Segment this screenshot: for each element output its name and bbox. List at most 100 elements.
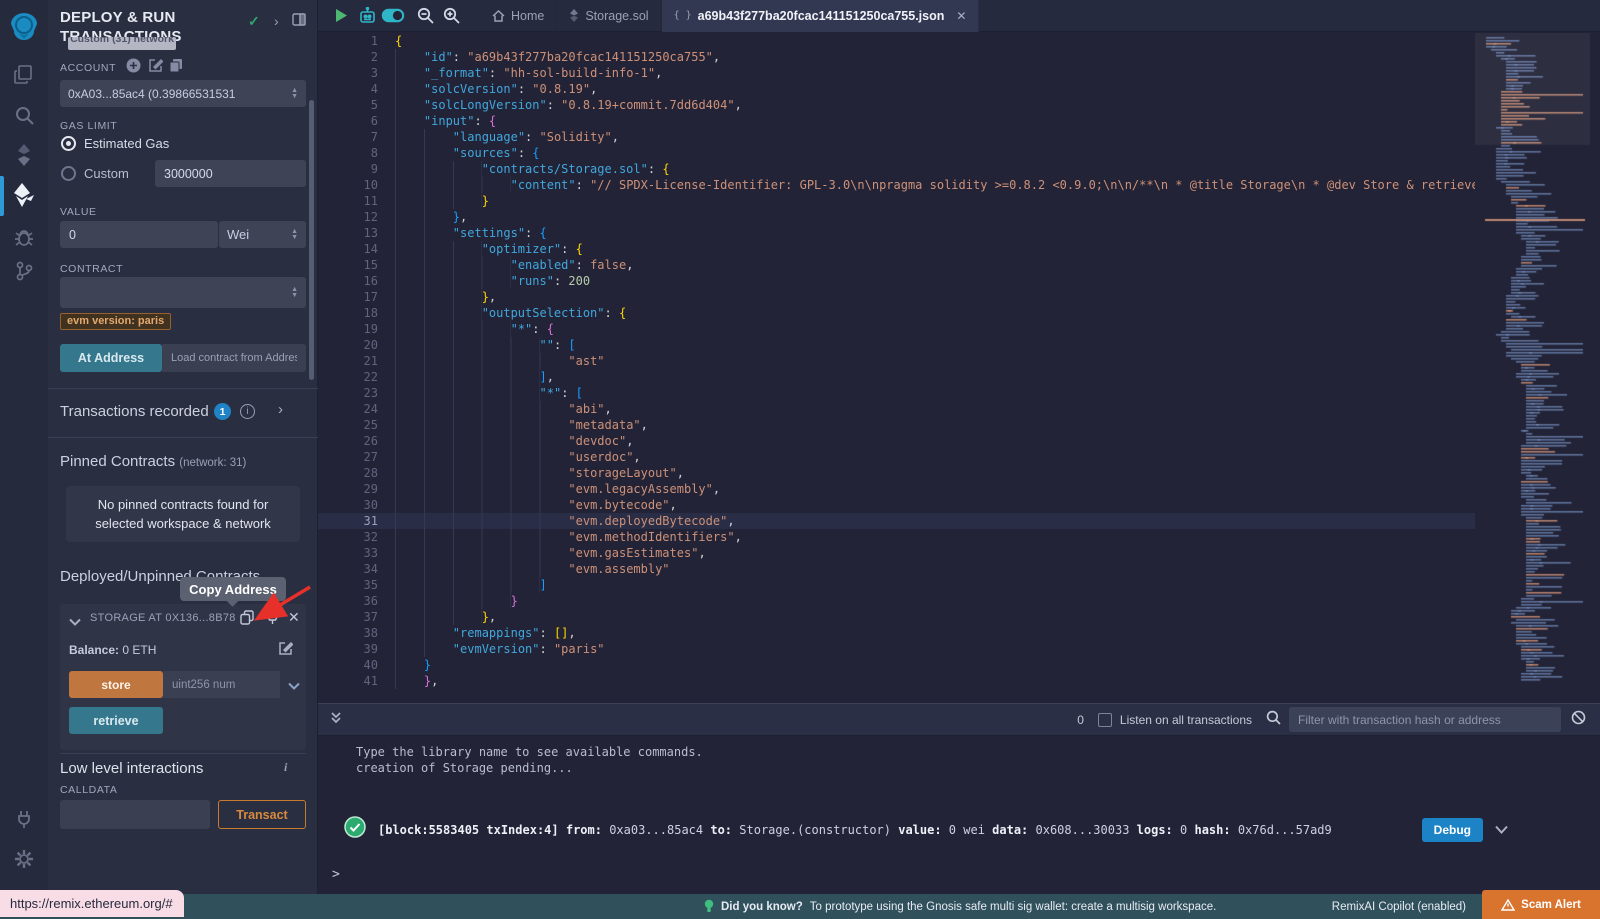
listen-all-transactions-checkbox[interactable] — [1098, 713, 1112, 727]
terminal-search-icon[interactable] — [1266, 710, 1281, 730]
minimap[interactable] — [1475, 33, 1590, 693]
code-line[interactable]: 27"userdoc", — [318, 449, 1475, 465]
code-line[interactable]: 16"runs": 200 — [318, 273, 1475, 289]
code-line[interactable]: 33"evm.gasEstimates", — [318, 545, 1475, 561]
code-line[interactable]: 37}, — [318, 609, 1475, 625]
code-line[interactable]: 24"abi", — [318, 401, 1475, 417]
expand-transactions-chevron[interactable]: › — [278, 401, 283, 418]
estimated-gas-radio[interactable] — [61, 136, 76, 151]
retrieve-button[interactable]: retrieve — [69, 707, 163, 734]
transaction-log-row[interactable]: [block:5583405 txIndex:4] from: 0xa03...… — [318, 806, 1600, 853]
zoom-in-icon[interactable] — [438, 0, 464, 32]
code-line[interactable]: 9"contracts/Storage.sol": { — [318, 161, 1475, 177]
code-line[interactable]: 7"language": "Solidity", — [318, 129, 1475, 145]
code-line[interactable]: 35] — [318, 577, 1475, 593]
code-line[interactable]: 18"outputSelection": { — [318, 305, 1475, 321]
code-line[interactable]: 13"settings": { — [318, 225, 1475, 241]
code-line[interactable]: 38"remappings": [], — [318, 625, 1475, 641]
code-line[interactable]: 2"id": "a69b43f277ba20fcac141151250ca755… — [318, 49, 1475, 65]
expand-tx-chevron-icon[interactable] — [1495, 821, 1508, 839]
debugger-icon[interactable] — [0, 220, 48, 254]
copilot-status[interactable]: RemixAI Copilot (enabled) — [1332, 894, 1466, 919]
add-account-icon[interactable] — [126, 58, 141, 78]
debug-button[interactable]: Debug — [1422, 818, 1483, 842]
code-line[interactable]: 22], — [318, 369, 1475, 385]
code-line[interactable]: 26"devdoc", — [318, 433, 1475, 449]
code-editor[interactable]: 1{2"id": "a69b43f277ba20fcac141151250ca7… — [318, 33, 1475, 693]
edit-balance-icon[interactable] — [278, 641, 293, 661]
code-line[interactable]: 6"input": { — [318, 113, 1475, 129]
file-explorer-icon[interactable] — [0, 58, 48, 92]
code-line[interactable]: 41}, — [318, 673, 1475, 689]
code-line[interactable]: 1{ — [318, 33, 1475, 49]
settings-gear-icon[interactable] — [0, 842, 48, 876]
store-arg-input[interactable]: uint256 num — [163, 671, 280, 698]
info-icon[interactable]: i — [240, 404, 255, 419]
clear-console-icon[interactable] — [1571, 710, 1586, 730]
zoom-out-icon[interactable] — [412, 0, 438, 32]
load-contract-input[interactable]: Load contract from Address — [162, 344, 306, 372]
panel-scrollbar[interactable] — [309, 100, 314, 380]
transact-button[interactable]: Transact — [218, 800, 306, 829]
code-line[interactable]: 12}, — [318, 209, 1475, 225]
pin-panel-icon[interactable] — [292, 13, 306, 29]
code-line[interactable]: 29"evm.legacyAssembly", — [318, 481, 1475, 497]
close-tab-icon[interactable]: ✕ — [956, 9, 966, 23]
code-line[interactable]: 11} — [318, 193, 1475, 209]
code-line[interactable]: 28"storageLayout", — [318, 465, 1475, 481]
code-line[interactable]: 36} — [318, 593, 1475, 609]
copilot-toggle-icon[interactable] — [380, 0, 406, 32]
expand-args-chevron-icon[interactable] — [288, 677, 300, 695]
search-icon[interactable] — [0, 98, 48, 132]
value-input[interactable]: 0 — [60, 221, 218, 248]
code-line[interactable]: 39"evmVersion": "paris" — [318, 641, 1475, 657]
tab-home[interactable]: Home — [480, 0, 557, 32]
value-unit-select[interactable]: Wei ▲▼ — [219, 221, 306, 248]
git-icon[interactable] — [0, 254, 48, 288]
account-select[interactable]: 0xA03...85ac4 (0.39866531531 ▲▼ — [60, 80, 306, 107]
code-line[interactable]: 8"sources": { — [318, 145, 1475, 161]
code-line[interactable]: 30"evm.bytecode", — [318, 497, 1475, 513]
code-line[interactable]: 20"": [ — [318, 337, 1475, 353]
code-line[interactable]: 10"content": "// SPDX-License-Identifier… — [318, 177, 1475, 193]
code-line[interactable]: 17}, — [318, 289, 1475, 305]
scam-alert-button[interactable]: Scam Alert — [1482, 890, 1600, 919]
custom-gas-input[interactable]: 3000000 — [155, 160, 306, 187]
code-line[interactable]: 40} — [318, 657, 1475, 673]
code-line[interactable]: 21"ast" — [318, 353, 1475, 369]
code-line[interactable]: 19"*": { — [318, 321, 1475, 337]
code-line[interactable]: 31"evm.deployedBytecode", — [318, 513, 1475, 529]
deploy-run-icon[interactable] — [0, 178, 48, 212]
info-icon[interactable]: i — [284, 760, 287, 775]
expand-terminal-chevrons-icon[interactable] — [330, 711, 342, 729]
chevron-right-icon[interactable]: › — [274, 13, 279, 29]
store-button[interactable]: store — [69, 671, 163, 698]
code-line[interactable]: 14"optimizer": { — [318, 241, 1475, 257]
code-line[interactable]: 25"metadata", — [318, 417, 1475, 433]
contract-select[interactable]: ▲▼ — [60, 277, 306, 308]
collapse-contract-chevron-icon[interactable] — [69, 613, 81, 631]
remove-contract-icon[interactable]: ✕ — [288, 609, 300, 626]
code-line[interactable]: 5"solcLongVersion": "0.8.19+commit.7dd6d… — [318, 97, 1475, 113]
at-address-button[interactable]: At Address — [60, 344, 162, 372]
custom-gas-radio[interactable] — [61, 166, 76, 181]
remixai-robot-icon[interactable] — [354, 0, 380, 32]
code-line[interactable]: 32"evm.methodIdentifiers", — [318, 529, 1475, 545]
remix-logo-icon[interactable] — [0, 6, 48, 50]
code-line[interactable]: 15"enabled": false, — [318, 257, 1475, 273]
copy-account-icon[interactable] — [169, 58, 183, 78]
edit-account-icon[interactable] — [148, 58, 163, 78]
solidity-compiler-icon[interactable] — [0, 138, 48, 172]
calldata-input[interactable] — [60, 800, 210, 829]
run-script-play-icon[interactable] — [328, 0, 354, 32]
copy-address-icon[interactable] — [240, 610, 254, 630]
tab-build-info-json[interactable]: { } a69b43f277ba20fcac141151250ca755.jso… — [662, 0, 980, 32]
plugin-manager-icon[interactable] — [0, 802, 48, 836]
code-line[interactable]: 4"solcVersion": "0.8.19", — [318, 81, 1475, 97]
tab-storage-sol[interactable]: Storage.sol — [557, 0, 661, 32]
filter-transactions-input[interactable] — [1289, 707, 1561, 732]
terminal-prompt[interactable]: > — [318, 867, 1600, 882]
terminal-output[interactable]: Type the library name to see available c… — [318, 736, 1600, 894]
code-line[interactable]: 23"*": [ — [318, 385, 1475, 401]
pin-contract-icon[interactable] — [266, 610, 279, 630]
